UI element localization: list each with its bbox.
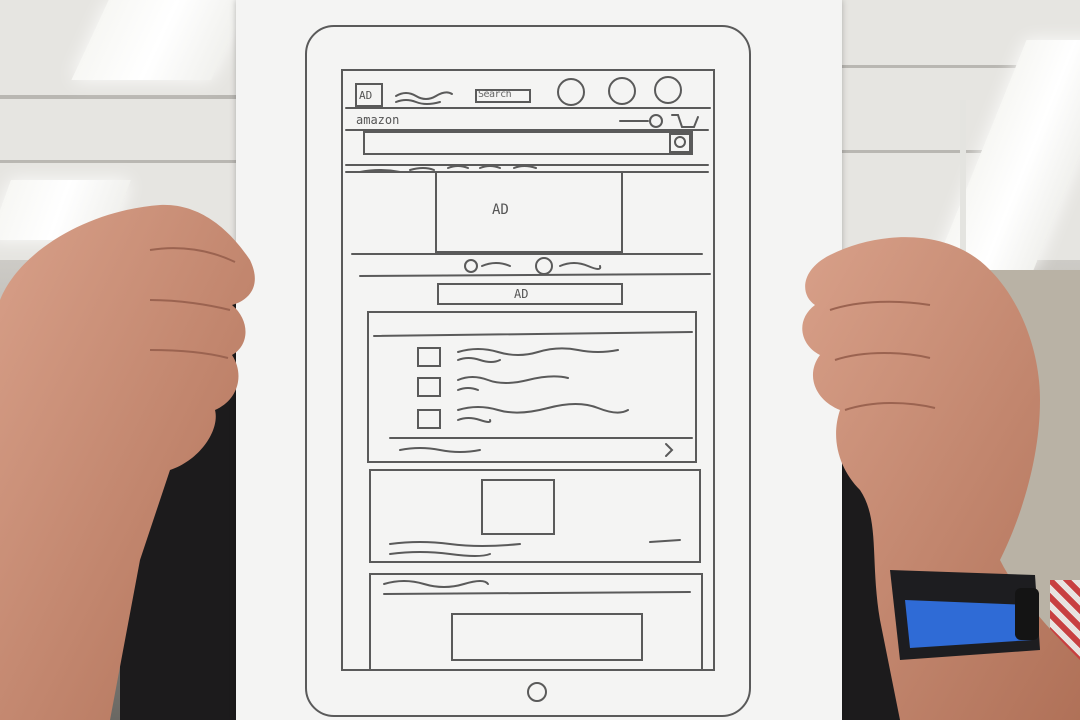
left-hand bbox=[0, 204, 255, 720]
wristwatch bbox=[890, 570, 1040, 660]
photo-scene: AD Search amazon AD AD bbox=[0, 0, 1080, 720]
hands bbox=[0, 204, 1080, 720]
